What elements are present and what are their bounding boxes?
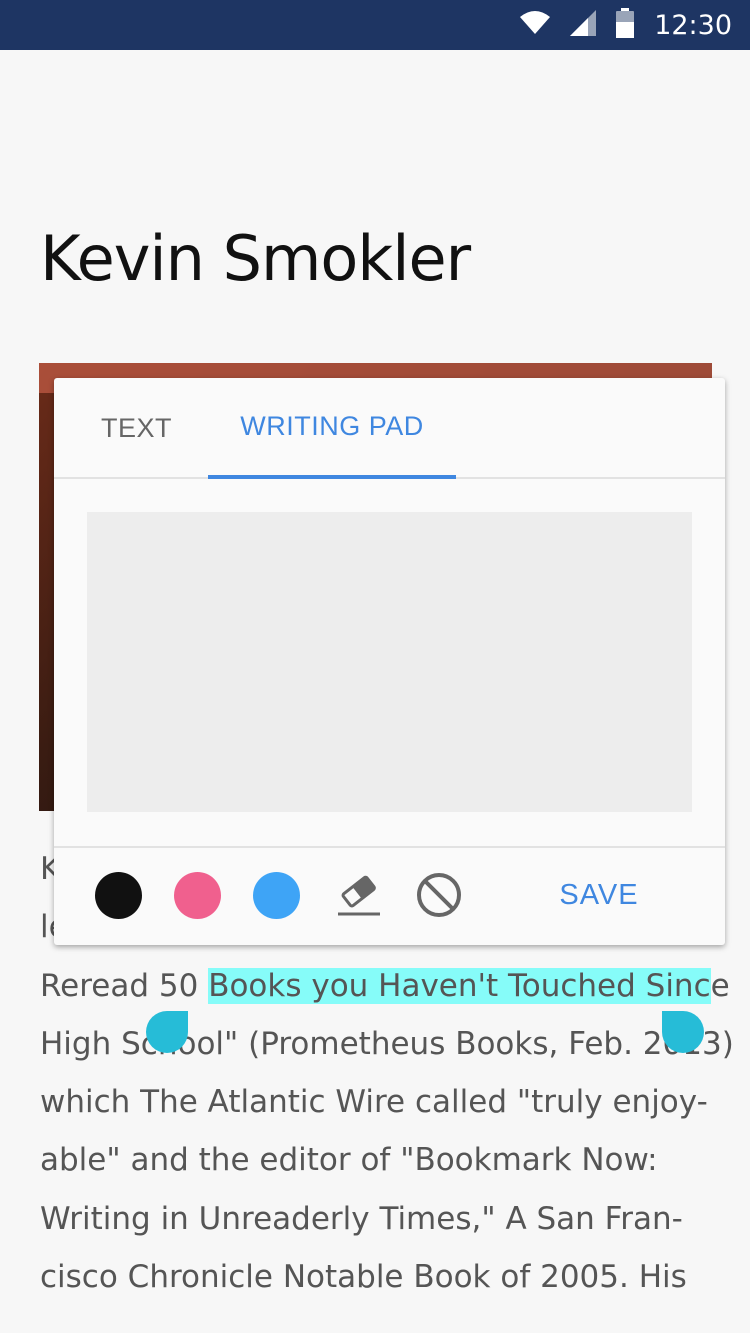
status-time: 12:30 xyxy=(654,9,732,41)
article-line: able" and the editor of "Bookmark Now: xyxy=(40,1142,658,1179)
writing-pad-canvas[interactable] xyxy=(87,512,692,812)
article-line: High School" (Prometheus Books, Feb. 201… xyxy=(40,1025,734,1062)
tab-text[interactable]: TEXT xyxy=(54,378,189,479)
article-line1-end: e xyxy=(710,967,730,1004)
toolbar-divider xyxy=(54,846,725,848)
selected-text[interactable]: Books you Haven't Touched Sinc xyxy=(208,967,711,1004)
page-title: Kevin Smokler xyxy=(40,222,471,295)
selection-handle-start[interactable] xyxy=(146,1011,188,1053)
color-black-swatch[interactable] xyxy=(95,872,142,919)
article-line1-start: Reread 50 xyxy=(40,967,209,1004)
battery-icon xyxy=(616,8,635,42)
article-line: Reread 50 Books you Haven't Touched Sinc… xyxy=(40,957,730,1015)
wifi-icon xyxy=(520,11,551,39)
article-line: Writing in Unreaderly Times," A San Fran… xyxy=(40,1200,683,1237)
clear-icon[interactable] xyxy=(414,870,464,920)
status-icons: 12:30 xyxy=(520,0,732,50)
color-blue-swatch[interactable] xyxy=(253,872,300,919)
signal-icon xyxy=(570,10,597,40)
popup-tabs: TEXT WRITING PAD xyxy=(54,378,725,479)
color-pink-swatch[interactable] xyxy=(174,872,221,919)
annotation-popup: TEXT WRITING PAD SAVE xyxy=(54,378,725,945)
article-line: cisco Chronicle Notable Book of 2005. Hi… xyxy=(40,1259,687,1296)
status-bar: 12:30 xyxy=(0,0,750,50)
selection-handle-end[interactable] xyxy=(662,1011,704,1053)
save-button[interactable]: SAVE xyxy=(534,870,664,920)
tab-writing-pad[interactable]: WRITING PAD xyxy=(208,378,456,479)
article-line: which The Atlantic Wire called "truly en… xyxy=(40,1084,708,1121)
eraser-icon[interactable] xyxy=(334,870,384,920)
